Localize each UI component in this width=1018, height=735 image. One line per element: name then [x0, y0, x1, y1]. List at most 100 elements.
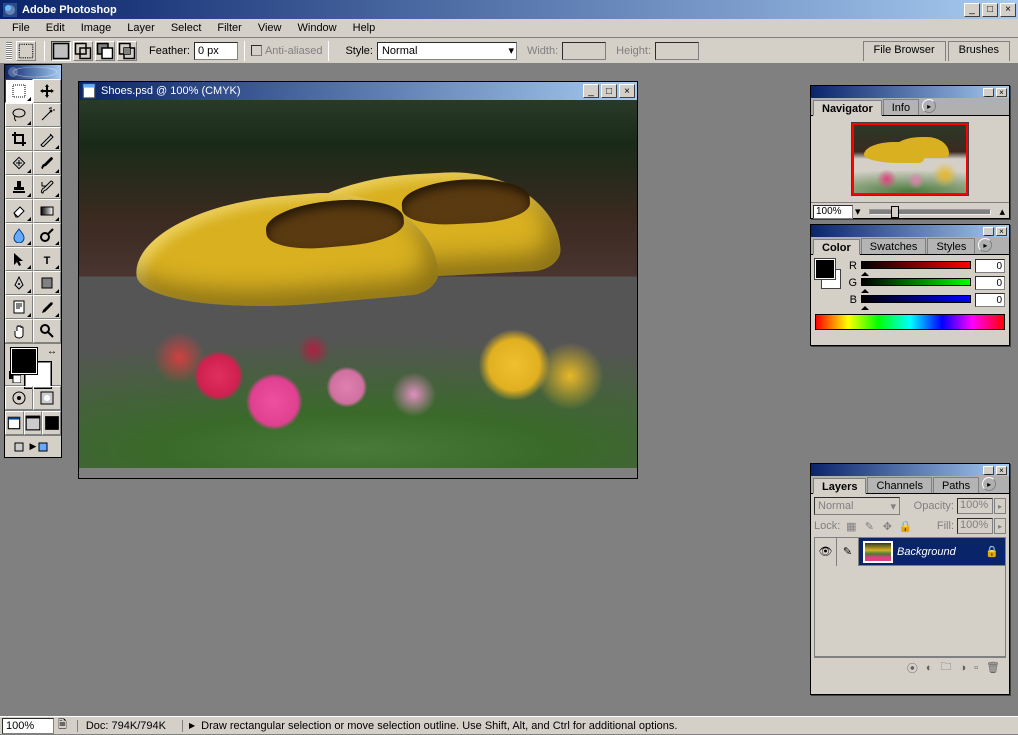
slice-tool[interactable] [33, 127, 61, 151]
screen-standard-button[interactable] [5, 411, 24, 435]
gradient-tool[interactable] [33, 199, 61, 223]
menu-view[interactable]: View [250, 20, 290, 36]
blur-tool[interactable] [5, 223, 33, 247]
selection-add-button[interactable] [73, 41, 93, 61]
doc-minimize-button[interactable]: _ [583, 84, 599, 98]
layer-mask-icon[interactable]: ◐ [926, 662, 933, 674]
eraser-tool[interactable] [5, 199, 33, 223]
palette-header[interactable]: _ × [811, 225, 1009, 237]
move-tool[interactable] [33, 79, 61, 103]
quickmask-mode-button[interactable] [33, 386, 61, 410]
pen-tool[interactable] [5, 271, 33, 295]
selection-new-button[interactable] [51, 41, 71, 61]
value-green-input[interactable] [975, 276, 1005, 290]
palette-close-icon[interactable]: × [996, 466, 1007, 475]
screen-full-button[interactable] [42, 411, 61, 435]
tab-navigator[interactable]: Navigator [813, 100, 882, 116]
status-zoom-input[interactable] [2, 718, 54, 734]
trash-icon[interactable]: 🗑 [986, 661, 1000, 674]
menu-filter[interactable]: Filter [209, 20, 249, 36]
grip-handle[interactable] [6, 42, 12, 60]
navigator-viewbox[interactable] [852, 123, 968, 195]
crop-tool[interactable] [5, 127, 33, 151]
menu-edit[interactable]: Edit [38, 20, 73, 36]
adjustment-icon[interactable]: ◑ [959, 662, 966, 674]
history-brush-tool[interactable] [33, 175, 61, 199]
menu-image[interactable]: Image [73, 20, 120, 36]
tab-color[interactable]: Color [813, 239, 860, 255]
slider-blue[interactable] [861, 295, 971, 305]
marquee-tool[interactable] [5, 79, 33, 103]
foreground-color[interactable] [11, 348, 37, 374]
navigator-thumbnail[interactable] [851, 122, 969, 196]
menu-file[interactable]: File [4, 20, 38, 36]
palette-close-icon[interactable]: × [996, 227, 1007, 236]
menu-help[interactable]: Help [345, 20, 384, 36]
tab-paths[interactable]: Paths [933, 477, 979, 493]
navigator-zoom-slider[interactable] [869, 209, 992, 215]
palette-menu-icon[interactable]: ▸ [978, 238, 992, 252]
value-red-input[interactable] [975, 259, 1005, 273]
tab-info[interactable]: Info [883, 99, 919, 115]
tab-swatches[interactable]: Swatches [861, 238, 927, 254]
palette-minimize-icon[interactable]: _ [983, 88, 994, 97]
zoom-in-icon[interactable]: ▴ [999, 205, 1005, 218]
visibility-toggle-icon[interactable]: 👁 [815, 538, 837, 566]
doc-maximize-button[interactable]: □ [601, 84, 617, 98]
shape-tool[interactable] [33, 271, 61, 295]
toolbox-header[interactable] [5, 65, 61, 79]
palette-minimize-icon[interactable]: _ [983, 466, 994, 475]
panel-foreground-swatch[interactable] [815, 259, 835, 279]
navigator-zoom-input[interactable] [813, 205, 853, 219]
layer-name[interactable]: Background [897, 546, 985, 558]
notes-tool[interactable] [5, 295, 33, 319]
palette-header[interactable]: _ × [811, 464, 1009, 476]
current-tool-icon[interactable] [16, 41, 36, 61]
zoom-tool[interactable] [33, 319, 61, 343]
new-layer-icon[interactable]: ▫ [974, 662, 978, 674]
palette-minimize-icon[interactable]: _ [983, 227, 994, 236]
tab-styles[interactable]: Styles [927, 238, 975, 254]
palette-close-icon[interactable]: × [996, 88, 1007, 97]
path-select-tool[interactable] [5, 247, 33, 271]
eyedropper-tool[interactable] [33, 295, 61, 319]
menu-window[interactable]: Window [290, 20, 345, 36]
jump-to-imageready-button[interactable]: ▶ [5, 435, 61, 457]
document-titlebar[interactable]: Shoes.psd @ 100% (CMYK) _ □ × [79, 82, 637, 100]
selection-subtract-button[interactable] [95, 41, 115, 61]
brush-tool[interactable] [33, 151, 61, 175]
lasso-tool[interactable] [5, 103, 33, 127]
swap-colors-icon[interactable]: ↔ [47, 346, 57, 357]
wand-tool[interactable] [33, 103, 61, 127]
feather-input[interactable] [194, 42, 238, 60]
stamp-tool[interactable] [5, 175, 33, 199]
tab-channels[interactable]: Channels [867, 477, 931, 493]
hand-tool[interactable] [5, 319, 33, 343]
screen-menubar-button[interactable] [24, 411, 43, 435]
close-button[interactable]: × [1000, 3, 1016, 17]
type-tool[interactable]: T [33, 247, 61, 271]
palette-menu-icon[interactable]: ▸ [982, 477, 996, 491]
new-set-icon[interactable]: 🗀 [940, 658, 951, 677]
slider-red[interactable] [861, 261, 971, 271]
layer-style-icon[interactable]: ⦿ [907, 660, 918, 676]
dodge-tool[interactable] [33, 223, 61, 247]
palette-menu-icon[interactable]: ▸ [922, 99, 936, 113]
layer-row[interactable]: 👁 ✎ Background 🔒 [815, 538, 1005, 566]
value-blue-input[interactable] [975, 293, 1005, 307]
selection-intersect-button[interactable] [117, 41, 137, 61]
style-select[interactable]: Normal ▾ [377, 42, 517, 60]
minimize-button[interactable]: _ [964, 3, 980, 17]
heal-tool[interactable] [5, 151, 33, 175]
layer-thumbnail[interactable] [863, 541, 893, 563]
palette-header[interactable]: _ × [811, 86, 1009, 98]
zoom-out-icon[interactable]: ▾ [855, 205, 861, 218]
maximize-button[interactable]: □ [982, 3, 998, 17]
well-tab-brushes[interactable]: Brushes [948, 41, 1010, 61]
menu-layer[interactable]: Layer [119, 20, 163, 36]
doc-info-icon[interactable]: 🗎 [58, 716, 67, 735]
color-spectrum[interactable] [815, 314, 1005, 330]
slider-green[interactable] [861, 278, 971, 288]
well-tab-filebrowser[interactable]: File Browser [863, 41, 946, 61]
menu-select[interactable]: Select [163, 20, 210, 36]
